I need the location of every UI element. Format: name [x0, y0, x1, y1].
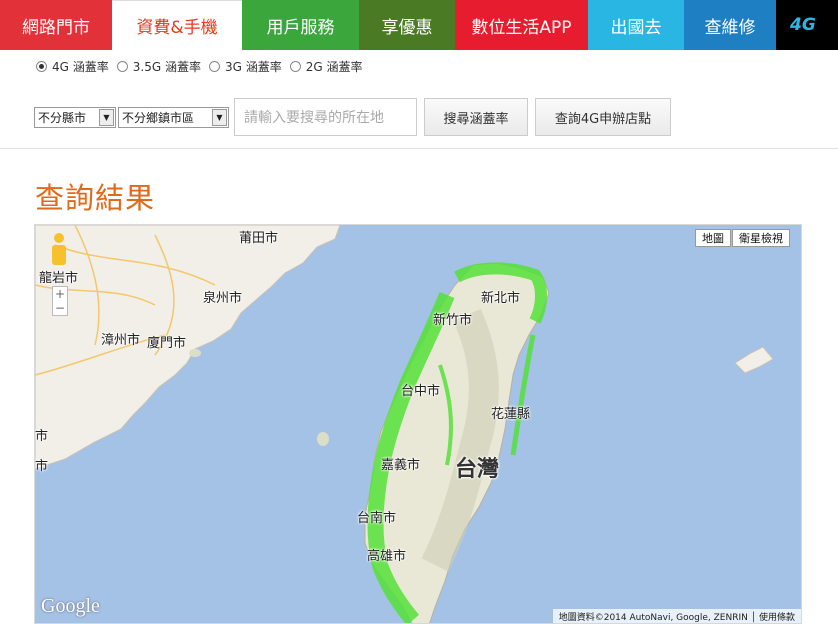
map-label-hualian: 花蓮縣 — [491, 407, 531, 422]
radio-label: 3.5G 涵蓋率 — [132, 60, 201, 74]
search-coverage-button[interactable]: 搜尋涵蓋率 — [424, 98, 528, 136]
divider — [0, 148, 838, 149]
map-type-satellite-button[interactable]: 衛星檢視 — [732, 229, 790, 247]
map-label-quanzhou: 泉州市 — [203, 291, 243, 306]
map-label-xinzhu: 新竹市 — [433, 313, 473, 328]
radio-label: 4G 涵蓋率 — [52, 60, 109, 74]
nav-label: 網路門市 — [22, 17, 90, 38]
map-label-tainan: 台南市 — [357, 511, 397, 526]
radio-4g[interactable]: 4G 涵蓋率 — [36, 58, 109, 75]
radio-2g[interactable]: 2G 涵蓋率 — [289, 58, 363, 75]
coverage-map[interactable]: + − 地圖 衛星檢視 莆田市 龍岩市 泉州市 漳州市 廈門市 新北市 新竹市 … — [34, 224, 802, 624]
chevron-down-icon[interactable]: ▼ — [212, 109, 227, 126]
nav-label: 出國去 — [610, 17, 662, 38]
map-label-edge: 市 — [35, 459, 49, 474]
map-attribution[interactable]: 地圖資料©2014 AutoNavi, Google, ZENRIN │ 使用條… — [552, 609, 801, 623]
kinmen-island — [189, 349, 201, 357]
zoom-control: + − — [52, 286, 68, 316]
nav-item-plans-phones[interactable]: 資費&手機 — [112, 0, 242, 50]
zoom-out-button[interactable]: − — [55, 302, 65, 314]
radio-label: 2G 涵蓋率 — [305, 60, 363, 74]
nav-label-4g: 4G — [790, 15, 816, 35]
map-canvas — [35, 225, 774, 623]
location-search-input[interactable]: 請輸入要搜尋的所在地 — [234, 98, 417, 136]
map-label-xinbei: 新北市 — [481, 291, 521, 306]
nav-item-repair[interactable]: 查維修 — [684, 0, 776, 50]
button-label: 搜尋涵蓋率 — [443, 111, 509, 127]
nav-item-4g[interactable]: 4G — [776, 0, 838, 50]
chevron-down-icon[interactable]: ▼ — [99, 109, 114, 126]
radio-button[interactable] — [289, 61, 301, 72]
county-select-value: 不分縣市 — [38, 111, 87, 125]
map-label-gaoxiong: 高雄市 — [367, 549, 407, 564]
radio-3-5g[interactable]: 3.5G 涵蓋率 — [116, 58, 201, 75]
nav-item-offers[interactable]: 享優惠 — [359, 0, 455, 50]
radio-label: 3G 涵蓋率 — [224, 60, 282, 74]
radio-3g[interactable]: 3G 涵蓋率 — [208, 58, 282, 75]
street-view-pegman-icon[interactable] — [51, 233, 67, 267]
map-label-zhangzhou: 漳州市 — [101, 333, 141, 348]
map-label-taiwan: 台灣 — [455, 457, 500, 482]
find-4g-store-button[interactable]: 查詢4G申辦店點 — [535, 98, 671, 136]
nav-item-travel[interactable]: 出國去 — [588, 0, 684, 50]
map-type-label: 衛星檢視 — [739, 232, 783, 245]
search-placeholder: 請輸入要搜尋的所在地 — [244, 110, 384, 126]
nav-label: 資費&手機 — [136, 18, 218, 38]
penghu-island — [317, 432, 329, 446]
district-select-value: 不分鄉鎮市區 — [122, 111, 195, 125]
top-nav: 網路門市 資費&手機 用戶服務 享優惠 數位生活APP 出國去 查維修 4G — [0, 0, 838, 50]
zoom-in-button[interactable]: + — [55, 288, 65, 300]
nav-label: 數位生活APP — [471, 17, 572, 38]
map-label-taizhong: 台中市 — [401, 384, 441, 399]
nav-item-user-service[interactable]: 用戶服務 — [242, 0, 359, 50]
county-select[interactable]: 不分縣市 ▼ — [34, 107, 116, 128]
results-title: 查詢結果 — [35, 181, 156, 215]
button-label: 查詢4G申辦店點 — [554, 111, 652, 127]
district-select[interactable]: 不分鄉鎮市區 ▼ — [118, 107, 229, 128]
map-type-label: 地圖 — [702, 232, 724, 245]
google-logo: Google — [41, 595, 100, 617]
map-label-edge: 市 — [35, 429, 49, 444]
radio-button[interactable] — [116, 61, 128, 72]
map-label-xiamen: 廈門市 — [147, 336, 187, 351]
nav-label: 享優惠 — [381, 17, 433, 38]
coverage-radio-group: 4G 涵蓋率 3.5G 涵蓋率 3G 涵蓋率 2G 涵蓋率 — [36, 58, 370, 75]
radio-button[interactable] — [208, 61, 220, 72]
ryukyu-islands — [734, 346, 774, 374]
radio-button[interactable] — [36, 61, 47, 72]
map-label-longyan: 龍岩市 — [39, 271, 79, 286]
map-type-map-button[interactable]: 地圖 — [695, 229, 731, 247]
nav-item-digital-app[interactable]: 數位生活APP — [455, 0, 588, 50]
nav-label: 查維修 — [704, 17, 756, 38]
nav-item-online-store[interactable]: 網路門市 — [0, 0, 112, 50]
map-label-putian: 莆田市 — [239, 231, 279, 246]
map-label-jiayi: 嘉義市 — [381, 458, 421, 473]
nav-label: 用戶服務 — [266, 17, 335, 38]
mainland-land — [35, 225, 341, 470]
